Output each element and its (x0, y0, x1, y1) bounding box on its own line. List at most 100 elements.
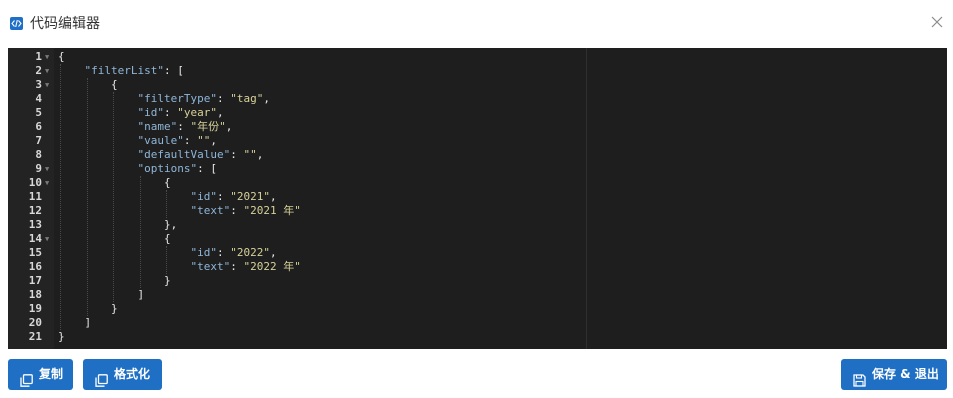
code-line[interactable]: 17} (8, 274, 947, 288)
save-exit-button[interactable]: 保存 & 退出 (841, 359, 947, 390)
code-line[interactable]: 14 ▼ { (8, 232, 947, 246)
code-text: "name": "年份", (138, 120, 233, 134)
fold-toggle-icon[interactable]: ▼ (45, 232, 53, 246)
json-punctuation: , (210, 134, 217, 147)
fold-toggle-icon[interactable]: ▼ (45, 176, 53, 190)
indent-guide (166, 246, 167, 274)
json-punctuation: { (164, 176, 171, 189)
json-key: "id" (190, 190, 218, 203)
code-line[interactable]: 18] (8, 288, 947, 302)
dialog-header: 代码编辑器 (0, 0, 953, 48)
code-text: "text": "2021 年" (191, 204, 301, 218)
indent-guide (166, 190, 167, 218)
code-line[interactable]: 2 ▼ "filterList": [ (8, 64, 947, 78)
code-text: { (58, 50, 65, 64)
code-text: "id": "2021", (191, 190, 277, 204)
code-text: "defaultValue": "", (138, 148, 264, 162)
json-punctuation: , (270, 190, 277, 203)
json-punctuation: , (270, 246, 277, 259)
fold-toggle-icon[interactable]: ▼ (45, 78, 53, 92)
line-number: 1 (35, 50, 42, 63)
code-editor-dialog: 代码编辑器 1 ▼{2 ▼ "filterList": [3 ▼{4 "filterTyp… (0, 0, 953, 398)
json-key: "options" (137, 162, 198, 175)
json-key: "text" (190, 204, 231, 217)
indent-guide (139, 176, 141, 288)
indent-guide (86, 78, 88, 316)
line-number: 3 (35, 78, 42, 91)
line-number: 8 (35, 148, 42, 161)
format-button-label: 格式化 (114, 367, 151, 381)
json-key: "filterList" (84, 64, 164, 77)
code-text: { (164, 176, 171, 190)
code-editor[interactable]: 1 ▼{2 ▼ "filterList": [3 ▼{4 "filterType": "t… (8, 48, 947, 349)
json-key: "name" (137, 120, 178, 133)
json-string: "年份" (190, 120, 226, 133)
json-punctuation: : (230, 260, 244, 273)
line-number: 4 (35, 92, 42, 105)
code-text: } (58, 330, 65, 344)
json-punctuation: , (256, 148, 264, 161)
code-line[interactable]: 16 "text": "2022 年" (8, 260, 947, 274)
code-line[interactable]: 19} (8, 302, 947, 316)
fold-toggle-icon[interactable]: ▼ (45, 162, 53, 176)
line-number: 14 (28, 232, 42, 245)
json-key: "filterType" (137, 92, 217, 105)
code-line[interactable]: 10 ▼ { (8, 176, 947, 190)
code-line[interactable]: 21} (8, 330, 947, 344)
code-text: "id": "2022", (191, 246, 277, 260)
fold-toggle-icon[interactable]: ▼ (45, 50, 53, 64)
copy-button[interactable]: 复制 (8, 359, 73, 390)
copy-icon (95, 368, 108, 387)
code-line[interactable]: 3 ▼ { (8, 78, 947, 92)
code-line[interactable]: 13}, (8, 218, 947, 232)
code-line[interactable]: 12 "text": "2021 年" (8, 204, 947, 218)
indent-guide (60, 64, 61, 330)
json-key: "vaule" (137, 134, 184, 147)
code-line[interactable]: 11 "id": "2021", (8, 190, 947, 204)
line-number: 2 (35, 64, 42, 77)
json-punctuation: } (58, 330, 65, 343)
json-key: "id" (190, 246, 218, 259)
line-number: 7 (35, 134, 42, 147)
json-punctuation: : (177, 120, 191, 133)
json-string: "2022 年" (243, 260, 301, 273)
line-number: 13 (28, 218, 42, 231)
json-string: "2021" (230, 190, 270, 203)
code-text: "filterList": [ (85, 64, 184, 78)
code-line[interactable]: 7 "vaule": "", (8, 134, 947, 148)
json-punctuation: ] (137, 288, 145, 301)
line-number: 12 (28, 204, 42, 217)
code-line[interactable]: 9 ▼ "options": [ (8, 162, 947, 176)
format-button[interactable]: 格式化 (83, 359, 162, 390)
code-line[interactable]: 8 "defaultValue": "", (8, 148, 947, 162)
json-string: "year" (177, 106, 217, 119)
json-punctuation: { (164, 232, 171, 245)
code-text: "id": "year", (138, 106, 224, 120)
json-punctuation: ] (84, 316, 92, 329)
code-line[interactable]: 20] (8, 316, 947, 330)
json-punctuation: : (217, 190, 231, 203)
line-number: 6 (35, 120, 42, 133)
line-number: 21 (28, 330, 42, 343)
code-text: ] (138, 288, 145, 302)
json-string: "tag" (230, 92, 264, 105)
save-exit-button-label: 保存 & 退出 (872, 367, 939, 381)
close-icon[interactable] (929, 14, 945, 30)
code-line[interactable]: 15 "id": "2022", (8, 246, 947, 260)
code-text: } (164, 274, 171, 288)
code-line[interactable]: 6 "name": "年份", (8, 120, 947, 134)
save-icon (853, 368, 866, 387)
json-punctuation: , (217, 106, 224, 119)
fold-toggle-icon[interactable]: ▼ (45, 64, 53, 78)
json-key: "text" (190, 260, 231, 273)
json-key: "id" (137, 106, 165, 119)
json-punctuation: : [ (197, 162, 217, 175)
json-punctuation: : (230, 148, 244, 161)
code-text: "filterType": "tag", (138, 92, 270, 106)
json-punctuation: , (225, 120, 233, 133)
code-line[interactable]: 4 "filterType": "tag", (8, 92, 947, 106)
code-line[interactable]: 1 ▼ { (8, 50, 947, 64)
json-punctuation: : [ (163, 64, 184, 77)
code-text: "options": [ (138, 162, 217, 176)
code-line[interactable]: 5 "id": "year", (8, 106, 947, 120)
